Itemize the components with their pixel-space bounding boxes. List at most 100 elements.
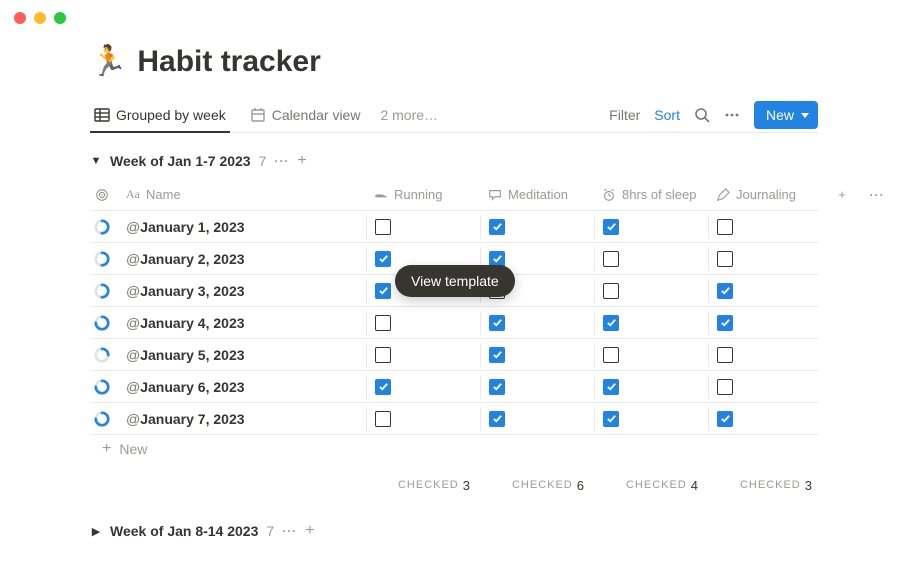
- minimize-window-button[interactable]: [34, 12, 46, 24]
- checkbox[interactable]: [489, 379, 505, 395]
- close-window-button[interactable]: [14, 12, 26, 24]
- group-more-icon[interactable]: ···: [274, 154, 289, 168]
- progress-ring-icon: [94, 315, 110, 331]
- group-more-icon[interactable]: ···: [282, 524, 297, 538]
- group-add-icon[interactable]: +: [305, 523, 314, 539]
- filter-button[interactable]: Filter: [609, 107, 640, 123]
- cell-journaling: [708, 343, 822, 367]
- cell-journaling: [708, 215, 822, 239]
- cell-journaling: [708, 311, 822, 335]
- fullscreen-window-button[interactable]: [54, 12, 66, 24]
- row-name[interactable]: @January 1, 2023: [118, 215, 366, 239]
- page-title-text: Habit tracker: [137, 45, 320, 79]
- cell-sleep: [594, 343, 708, 367]
- checkbox[interactable]: [603, 251, 619, 267]
- row-name[interactable]: @January 7, 2023: [118, 407, 366, 431]
- footer-journaling: CHECKED 3: [708, 474, 822, 497]
- cell-journaling: [708, 279, 822, 303]
- page-emoji[interactable]: 🏃: [90, 44, 127, 79]
- table-header: Aa Name Running Meditation 8hrs of sleep…: [90, 179, 818, 211]
- progress-ring-icon: [94, 379, 110, 395]
- column-sleep[interactable]: 8hrs of sleep: [594, 183, 708, 206]
- checkbox[interactable]: [717, 379, 733, 395]
- column-name[interactable]: Aa Name: [118, 183, 366, 206]
- add-column-button[interactable]: +: [822, 183, 862, 206]
- checkbox[interactable]: [375, 251, 391, 267]
- column-options-icon[interactable]: ···: [862, 184, 892, 206]
- group-header-1: ▼ Week of Jan 1-7 2023 7 ··· +: [90, 153, 818, 169]
- group-title[interactable]: Week of Jan 1-7 2023: [110, 153, 251, 169]
- checkbox[interactable]: [603, 347, 619, 363]
- checkbox[interactable]: [603, 283, 619, 299]
- checkbox[interactable]: [603, 219, 619, 235]
- row-name[interactable]: @January 6, 2023: [118, 375, 366, 399]
- footer-sleep: CHECKED 4: [594, 474, 708, 497]
- group-title[interactable]: Week of Jan 8-14 2023: [110, 523, 258, 539]
- group-toggle[interactable]: ▶: [90, 525, 102, 538]
- table-row[interactable]: @January 5, 2023: [90, 339, 818, 371]
- search-icon[interactable]: [694, 107, 710, 123]
- group-header-2: ▶ Week of Jan 8-14 2023 7 ··· +: [90, 523, 818, 539]
- tab-more-views[interactable]: 2 more…: [380, 107, 438, 123]
- alarm-icon: [602, 188, 616, 202]
- checkbox[interactable]: [489, 219, 505, 235]
- checkbox[interactable]: [375, 283, 391, 299]
- row-name[interactable]: @January 4, 2023: [118, 311, 366, 335]
- checkbox[interactable]: [375, 379, 391, 395]
- new-row-button[interactable]: + New: [90, 435, 818, 463]
- row-name[interactable]: @January 5, 2023: [118, 343, 366, 367]
- cell-meditation: [480, 215, 594, 239]
- checkbox[interactable]: [717, 347, 733, 363]
- checkbox[interactable]: [489, 315, 505, 331]
- checkbox[interactable]: [717, 411, 733, 427]
- checkbox[interactable]: [489, 347, 505, 363]
- footer-meditation: CHECKED 6: [480, 474, 594, 497]
- checkbox[interactable]: [603, 315, 619, 331]
- shoe-icon: [374, 188, 388, 202]
- cell-sleep: [594, 407, 708, 431]
- table-row[interactable]: @January 4, 2023: [90, 307, 818, 339]
- table-row[interactable]: @January 1, 2023: [90, 211, 818, 243]
- view-tabs: Grouped by week Calendar view 2 more… Fi…: [90, 97, 818, 133]
- table-row[interactable]: @January 7, 2023: [90, 403, 818, 435]
- checkbox[interactable]: [375, 219, 391, 235]
- group-toggle[interactable]: ▼: [90, 155, 102, 167]
- column-running[interactable]: Running: [366, 183, 480, 206]
- checkbox[interactable]: [603, 411, 619, 427]
- sort-button[interactable]: Sort: [654, 107, 680, 123]
- progress-ring-icon: [94, 251, 110, 267]
- checkbox[interactable]: [603, 379, 619, 395]
- tab-calendar-view[interactable]: Calendar view: [246, 97, 365, 132]
- new-button[interactable]: New: [754, 101, 818, 129]
- group-count: 7: [266, 523, 274, 539]
- checkbox[interactable]: [717, 283, 733, 299]
- table-icon: [94, 107, 110, 123]
- row-name[interactable]: @January 3, 2023: [118, 279, 366, 303]
- checkbox[interactable]: [717, 251, 733, 267]
- tab-label: Calendar view: [272, 107, 361, 123]
- tab-grouped-by-week[interactable]: Grouped by week: [90, 97, 230, 132]
- progress-ring-icon: [94, 411, 110, 427]
- checkbox[interactable]: [375, 347, 391, 363]
- cell-meditation: [480, 343, 594, 367]
- plus-icon: +: [102, 441, 111, 457]
- view-template-button[interactable]: View template: [395, 265, 515, 297]
- progress-ring-icon: [94, 347, 110, 363]
- checkbox[interactable]: [489, 411, 505, 427]
- checkbox[interactable]: [717, 315, 733, 331]
- row-name[interactable]: @January 2, 2023: [118, 247, 366, 271]
- cell-journaling: [708, 407, 822, 431]
- more-icon[interactable]: [724, 107, 740, 123]
- calendar-icon: [250, 107, 266, 123]
- checkbox[interactable]: [375, 315, 391, 331]
- column-meditation[interactable]: Meditation: [480, 183, 594, 206]
- table-row[interactable]: @January 6, 2023: [90, 371, 818, 403]
- group-add-icon[interactable]: +: [297, 153, 306, 169]
- checkbox[interactable]: [717, 219, 733, 235]
- checkbox[interactable]: [375, 411, 391, 427]
- cell-running: [366, 311, 480, 335]
- cell-meditation: [480, 311, 594, 335]
- page-title: 🏃 Habit tracker: [90, 44, 818, 79]
- cell-running: [366, 407, 480, 431]
- column-journaling[interactable]: Journaling: [708, 183, 822, 206]
